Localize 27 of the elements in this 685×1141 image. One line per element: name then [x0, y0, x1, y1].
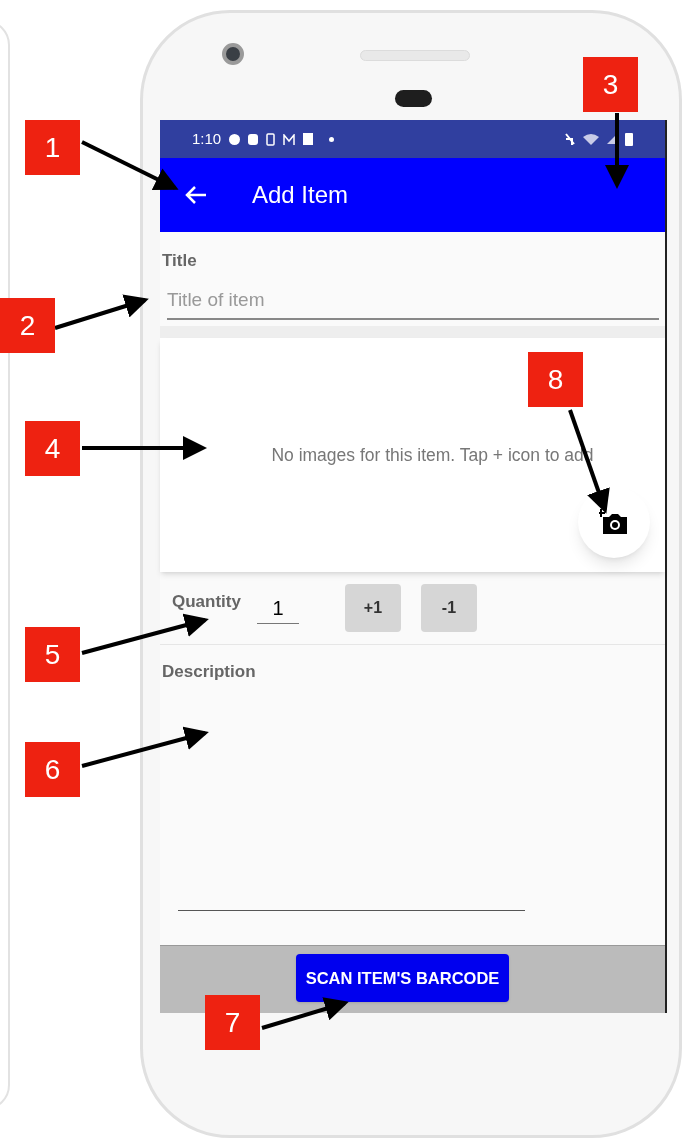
callout-number: 6	[25, 742, 80, 797]
status-time: 1:10	[192, 128, 222, 149]
callout-number: 8	[528, 352, 583, 407]
field-label: Description	[162, 661, 256, 683]
phone-icon	[266, 132, 276, 146]
callout-number: 3	[583, 57, 638, 112]
field-label: Title	[162, 250, 197, 272]
quantity-label: Quantity	[172, 591, 241, 614]
signal-icon	[607, 134, 617, 144]
quantity-input-field[interactable]: 1	[256, 592, 299, 624]
callout-number: 7	[205, 995, 260, 1050]
callout-number: 4	[25, 421, 80, 476]
scan-barcode-button[interactable]: SCAN ITEM'S BARCODE	[295, 954, 510, 1002]
quantity-step-button[interactable]: +1	[344, 584, 401, 632]
callout-number: 1	[25, 120, 80, 175]
quantity-step-button[interactable]: -1	[420, 584, 477, 632]
callout-number: 2	[0, 298, 55, 353]
sensor-icon	[395, 90, 432, 107]
callout-number: 5	[25, 627, 80, 682]
add-camera-icon	[599, 509, 629, 535]
battery-icon	[625, 132, 633, 146]
title-input-field[interactable]: Title of item	[167, 285, 659, 320]
screen-title: Add Item	[252, 180, 349, 210]
mail-icon	[283, 133, 296, 145]
back-arrow-icon[interactable]	[184, 185, 208, 205]
wifi-icon	[583, 133, 599, 145]
dot-icon	[329, 136, 335, 142]
